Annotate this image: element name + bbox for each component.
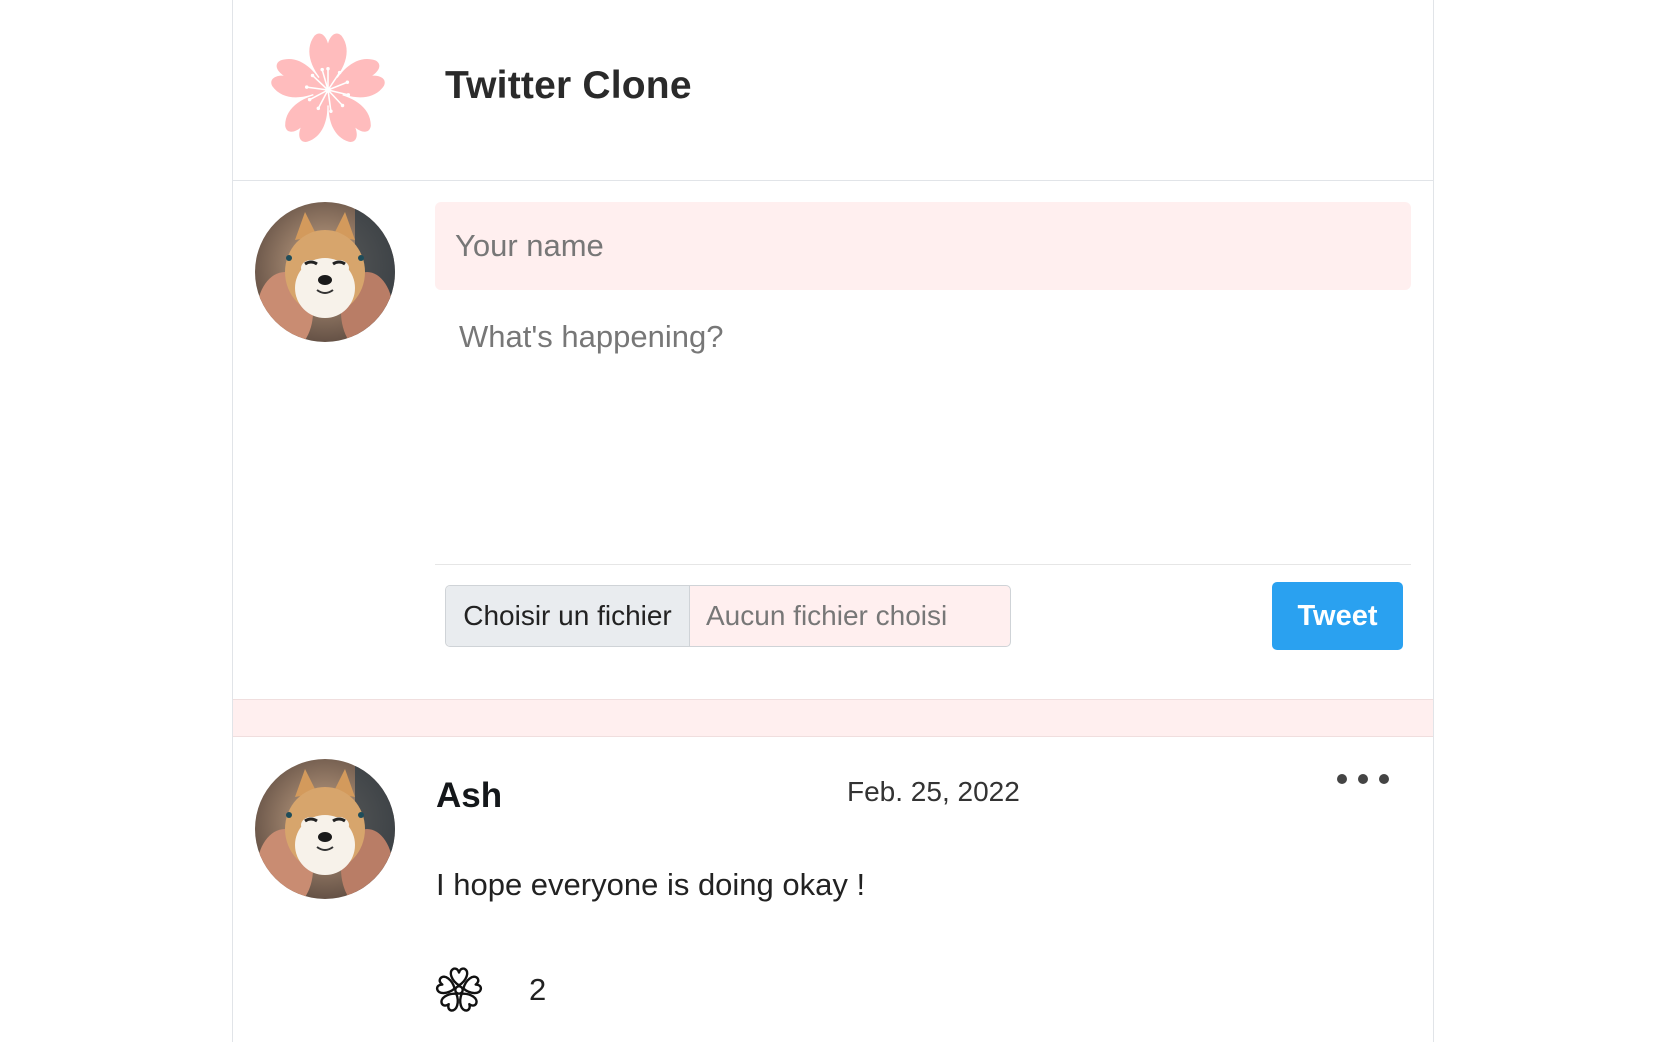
page-container: Twitter Clone Your name What's happening… — [232, 0, 1434, 1042]
app-title: Twitter Clone — [445, 64, 692, 107]
like-count: 2 — [529, 972, 547, 1007]
divider — [435, 564, 1411, 565]
avatar — [255, 759, 395, 899]
dog-avatar-image — [255, 759, 395, 899]
feed-separator — [233, 699, 1433, 737]
name-input[interactable] — [435, 202, 1411, 290]
more-dots-icon[interactable] — [1337, 768, 1389, 790]
message-input[interactable] — [435, 301, 1411, 531]
choose-file-button[interactable]: Choisir un fichier — [446, 586, 690, 646]
dog-avatar-image — [255, 202, 395, 342]
tweet-date: Feb. 25, 2022 — [847, 776, 1020, 807]
tweet-button[interactable]: Tweet — [1272, 582, 1403, 650]
avatar — [255, 202, 395, 342]
tweet-text: I hope everyone is doing okay ! — [436, 867, 866, 902]
header: Twitter Clone — [233, 0, 1433, 181]
flower-outline-icon[interactable] — [435, 966, 483, 1014]
tweet-composer: Choisir un fichier Aucun fichier choisi … — [233, 181, 1433, 699]
file-status: Aucun fichier choisi — [706, 600, 948, 631]
tweet-author: Ash — [436, 776, 503, 815]
file-picker[interactable]: Choisir un fichier Aucun fichier choisi — [445, 585, 1011, 647]
cherry-blossom-icon — [268, 33, 388, 147]
tweet-card: Ash Feb. 25, 2022 I hope everyone is doi… — [233, 738, 1433, 1042]
